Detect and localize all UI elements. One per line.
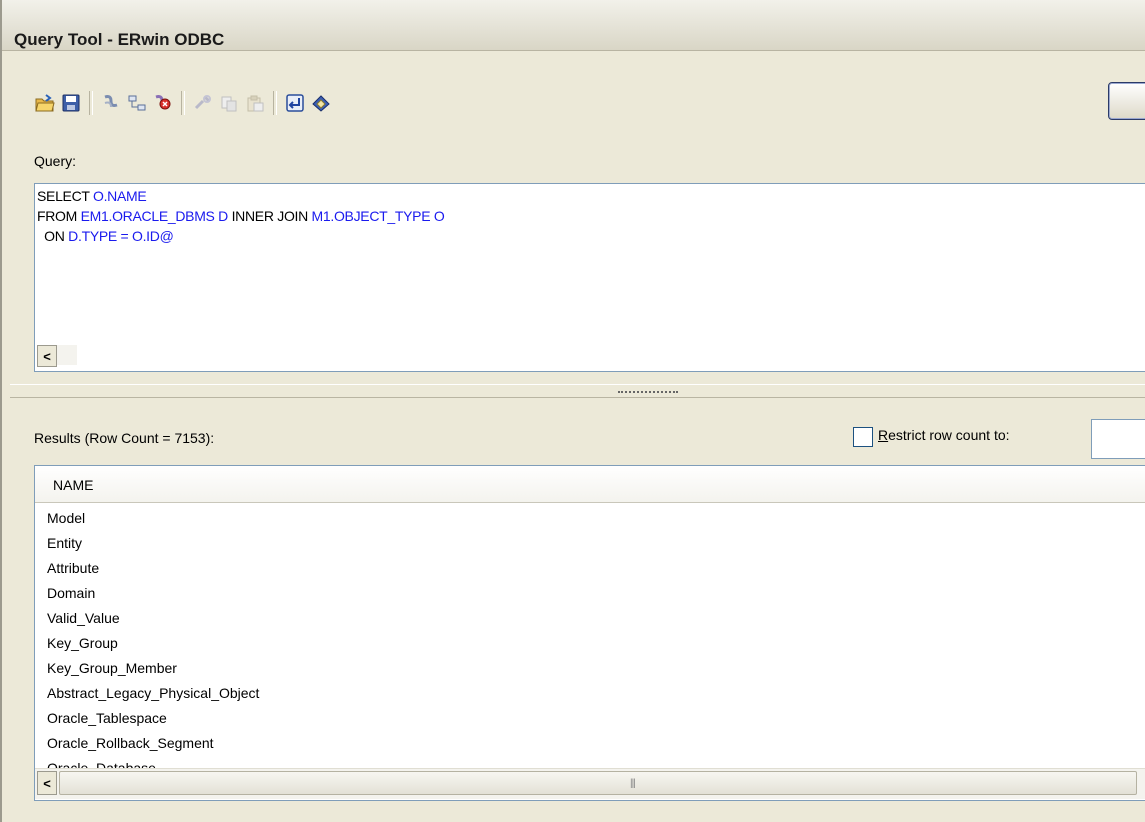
restrict-row-count-checkbox[interactable] (853, 427, 873, 447)
scroll-left-button[interactable]: < (37, 345, 57, 367)
toolbar (32, 87, 334, 119)
schema-button[interactable] (124, 90, 150, 116)
query-tool-window: Query Tool - ERwin ODBC Query: SELECT O.… (0, 0, 1145, 822)
query-text[interactable]: SELECT O.NAME FROM EM1.ORACLE_DBMS D INNE… (37, 186, 445, 246)
tools-button[interactable] (190, 90, 216, 116)
query-keyword: INNER JOIN (228, 208, 312, 224)
scrollbar-thumb[interactable]: ||| (59, 771, 1137, 795)
query-line: SELECT O.NAME (37, 186, 444, 206)
table-row[interactable]: Model (47, 506, 1137, 531)
table-row[interactable]: Key_Group (47, 631, 1137, 656)
results-horizontal-scrollbar[interactable]: < ||| (35, 768, 1145, 799)
dialog-button[interactable] (1108, 82, 1145, 120)
thumb-grip-icon: ||| (630, 778, 636, 789)
toolbar-separator (181, 91, 185, 115)
results-grid[interactable]: NAME Model Entity Attribute Domain Valid_Val… (34, 465, 1145, 801)
connect-button[interactable] (98, 90, 124, 116)
query-identifier: EM1.ORACLE_DBMS D (80, 208, 229, 224)
query-identifier: M1.OBJECT_TYPE O (311, 208, 445, 224)
table-row[interactable]: Oracle_Tablespace (47, 706, 1137, 731)
table-row[interactable]: Abstract_Legacy_Physical_Object (47, 681, 1137, 706)
execute-icon (286, 94, 304, 112)
query-keyword: SELECT (37, 188, 93, 204)
open-folder-icon (35, 94, 55, 112)
column-header-label: NAME (53, 477, 94, 493)
table-row[interactable]: Valid_Value (47, 606, 1137, 631)
paste-icon (247, 95, 264, 112)
connect-icon (104, 95, 118, 108)
query-identifier: O.NAME (93, 188, 147, 204)
query-label: Query: (34, 153, 77, 169)
disconnect-button[interactable] (150, 90, 176, 116)
table-row[interactable]: Oracle_Database (47, 756, 1137, 768)
disconnect-icon (155, 95, 171, 110)
chevron-left-icon: < (43, 348, 51, 364)
save-disk-icon (62, 94, 80, 112)
chevron-left-icon: < (43, 775, 51, 791)
pane-splitter[interactable] (10, 384, 1145, 398)
copy-button[interactable] (216, 90, 242, 116)
tools-icon (194, 95, 211, 110)
query-horizontal-scrollbar[interactable] (57, 345, 77, 365)
window-title: Query Tool - ERwin ODBC (14, 30, 225, 49)
query-line: FROM EM1.ORACLE_DBMS D INNER JOIN M1.OBJ… (37, 206, 445, 226)
table-row[interactable]: Key_Group_Member (47, 656, 1137, 681)
results-label: Results (Row Count = 7153): (34, 430, 215, 446)
query-keyword: ON (37, 228, 69, 244)
toolbar-separator (273, 91, 277, 115)
toolbar-separator (89, 91, 93, 115)
query-line: ON D.TYPE = O.ID@ (37, 226, 444, 246)
open-button[interactable] (32, 90, 58, 116)
restrict-accesskey: R (878, 427, 889, 443)
clear-button[interactable] (308, 90, 334, 116)
table-row[interactable]: Entity (47, 531, 1137, 556)
restrict-row-count-label[interactable]: Restrict row count to: (878, 427, 1010, 443)
paste-button[interactable] (242, 90, 268, 116)
table-row[interactable]: Attribute (47, 556, 1137, 581)
query-editor[interactable]: SELECT O.NAME FROM EM1.ORACLE_DBMS D INNE… (34, 183, 1145, 372)
splitter-grip-icon (618, 391, 678, 394)
column-header-name[interactable]: NAME (35, 466, 1145, 503)
schema-icon (128, 95, 146, 111)
query-identifier: D.TYPE = O.ID@ (68, 228, 174, 244)
execute-button[interactable] (282, 90, 308, 116)
title-bar[interactable]: Query Tool - ERwin ODBC (2, 0, 1145, 51)
save-button[interactable] (58, 90, 84, 116)
table-row[interactable]: Domain (47, 581, 1137, 606)
results-rows: Model Entity Attribute Domain Valid_Value Key… (47, 506, 1137, 768)
scroll-left-button[interactable]: < (37, 771, 57, 795)
query-keyword: FROM (37, 208, 81, 224)
eraser-icon (312, 95, 330, 112)
restrict-row-count-input[interactable] (1091, 419, 1145, 459)
table-row[interactable]: Oracle_Rollback_Segment (47, 731, 1137, 756)
copy-icon (221, 96, 237, 112)
